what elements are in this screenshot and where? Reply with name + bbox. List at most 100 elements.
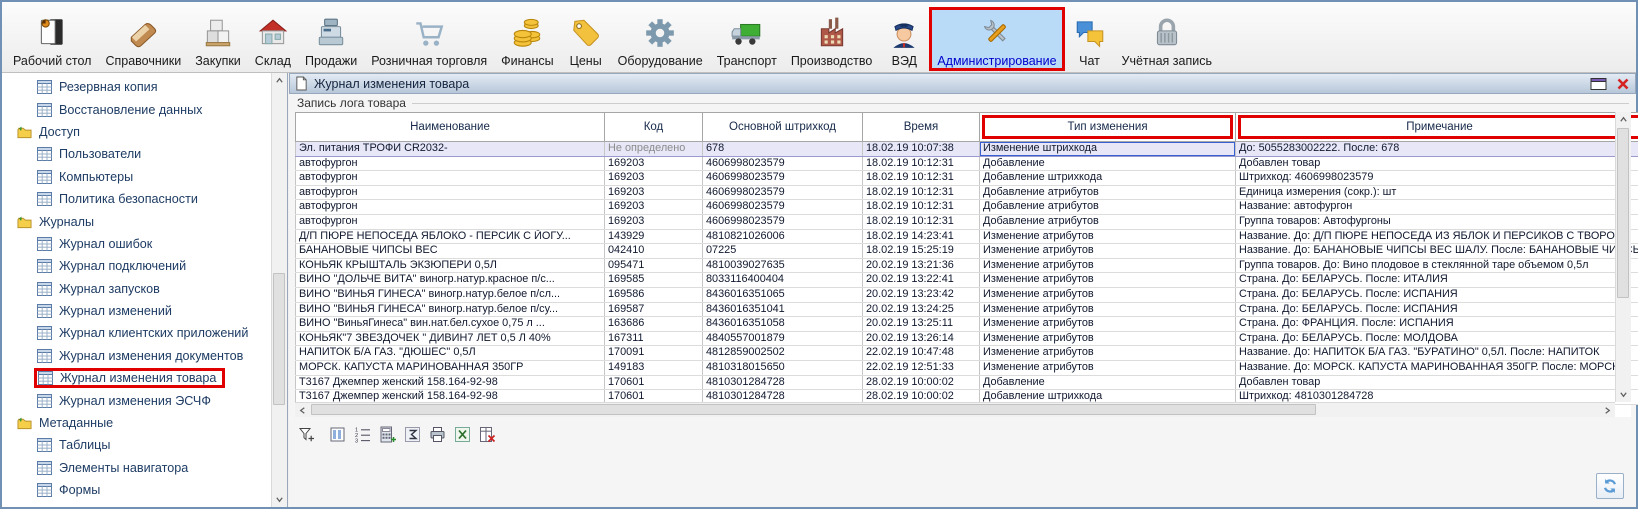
numbering-icon[interactable]: 123 (353, 425, 371, 443)
table-row-11[interactable]: ВИНО "ВИНЬЯ ГИНЕСА" виногр.натур.белое п… (296, 302, 1638, 317)
excel-export-icon[interactable] (453, 425, 471, 443)
toolbar-item-6[interactable]: Финансы (494, 7, 560, 71)
toolbar-item-8[interactable]: Оборудование (611, 7, 710, 71)
purchases-icon (200, 15, 236, 51)
sidebar-item-7[interactable]: Журнал ошибок (2, 233, 271, 255)
sidebar-item-6[interactable]: Журналы (2, 210, 271, 232)
sidebar-item-5[interactable]: Политика безопасности (2, 188, 271, 210)
calculator-icon[interactable] (378, 425, 396, 443)
table-row-8[interactable]: КОНЬЯК КРЫШТАЛЬ ЭКЗЮПЕРИ 0,5Л09547148100… (296, 258, 1638, 273)
table-cell: Группа товаров. До: Вино плодовое в стек… (1236, 258, 1638, 273)
table-cell: 169585 (605, 273, 703, 288)
table-row-7[interactable]: БАНАНОВЫЕ ЧИПСЫ ВЕС0424100722518.02.19 1… (296, 244, 1638, 259)
toolbar-item-10[interactable]: Производство (784, 7, 880, 71)
table-row-16[interactable]: Т3167 Джемпер женский 158.164-92-9817060… (296, 375, 1638, 390)
table-row-4[interactable]: автофургон169203460699802357918.02.19 10… (296, 200, 1638, 215)
sum-icon[interactable] (403, 425, 421, 443)
sidebar-item-10[interactable]: Журнал изменений (2, 300, 271, 322)
refresh-button[interactable] (1596, 473, 1624, 499)
sidebar-item-16[interactable]: Таблицы (2, 434, 271, 456)
scroll-left-icon[interactable] (295, 403, 310, 417)
sidebar-scrollbar-thumb[interactable] (273, 273, 285, 405)
table-cell: 20.02.19 13:21:36 (863, 258, 980, 273)
sidebar-item-18[interactable]: Формы (2, 479, 271, 501)
sidebar-item-1[interactable]: Восстановление данных (2, 98, 271, 120)
sidebar-item-13[interactable]: Журнал изменения товара (2, 367, 271, 389)
column-header-1[interactable]: Код (605, 113, 703, 142)
sidebar-item-content: Журнал изменения товара (34, 368, 225, 388)
table-cell: 169586 (605, 287, 703, 302)
folder-icon (17, 125, 32, 139)
table-cell: Д/П ПЮРЕ НЕПОСЕДА ЯБЛОКО - ПЕРСИК С ЙОГУ… (296, 229, 605, 244)
filter-icon[interactable] (297, 425, 315, 443)
column-header-0[interactable]: Наименование (296, 113, 605, 142)
toolbar-item-9[interactable]: Транспорт (710, 7, 784, 71)
toolbar-item-5[interactable]: Розничная торговля (364, 7, 494, 71)
scroll-right-icon[interactable] (1600, 403, 1615, 417)
sidebar-item-3[interactable]: Пользователи (2, 143, 271, 165)
table-cell: 20.02.19 13:25:11 (863, 317, 980, 332)
sidebar-item-label: Доступ (39, 125, 80, 139)
table-row-1[interactable]: автофургон169203460699802357918.02.19 10… (296, 156, 1638, 171)
sidebar-item-9[interactable]: Журнал запусков (2, 278, 271, 300)
table-row-3[interactable]: автофургон169203460699802357918.02.19 10… (296, 185, 1638, 200)
table-scrollbar-thumb[interactable] (1617, 128, 1629, 298)
column-header-5[interactable]: Примечание (1236, 113, 1638, 142)
scroll-up-icon[interactable] (272, 73, 287, 88)
table-row-9[interactable]: ВИНО "ДОЛЬЧЕ ВИТА" виногр.натур.красное … (296, 273, 1638, 288)
scroll-down-icon[interactable] (272, 492, 287, 507)
sidebar-item-15[interactable]: Метаданные (2, 412, 271, 434)
table-row-14[interactable]: НАПИТОК Б/А ГАЗ. "ДЮШЕС" 0,5Л17009148128… (296, 346, 1638, 361)
table-cell: Добавление атрибутов (980, 214, 1236, 229)
horizontal-scrollbar-thumb[interactable] (311, 404, 1316, 415)
toolbar-item-7[interactable]: Цены (561, 7, 611, 71)
table-row-2[interactable]: автофургон169203460699802357918.02.19 10… (296, 171, 1638, 186)
table-row-10[interactable]: ВИНО "ВИНЬЯ ГИНЕСА" виногр.натур.белое п… (296, 287, 1638, 302)
sidebar-item-11[interactable]: Журнал клиентских приложений (2, 322, 271, 344)
table-cell: автофургон (296, 171, 605, 186)
toolbar-item-3[interactable]: Склад (248, 7, 298, 71)
table-cell: 20.02.19 13:26:14 (863, 331, 980, 346)
sidebar-item-14[interactable]: Журнал изменения ЭСЧФ (2, 389, 271, 411)
table-row-0[interactable]: Эл. питания ТРОФИ CR2032-Не определено67… (296, 142, 1638, 157)
table-row-5[interactable]: автофургон169203460699802357918.02.19 10… (296, 214, 1638, 229)
table-row-12[interactable]: ВИНО "ВиньяГинеса" вин.нат.бел.сухое 0,7… (296, 317, 1638, 332)
sidebar-item-content: Пользователи (34, 144, 149, 164)
table-row-15[interactable]: МОРСК. КАПУСТА МАРИНОВАННАЯ 350ГР1491834… (296, 360, 1638, 375)
sidebar-item-8[interactable]: Журнал подключений (2, 255, 271, 277)
sidebar-item-2[interactable]: Доступ (2, 121, 271, 143)
table-cell: Изменение атрибутов (980, 229, 1236, 244)
close-icon[interactable] (1616, 77, 1630, 91)
sidebar-item-17[interactable]: Элементы навигатора (2, 457, 271, 479)
sidebar-item-12[interactable]: Журнал изменения документов (2, 345, 271, 367)
table-icon (37, 282, 52, 296)
toolbar-item-1[interactable]: Справочники (98, 7, 188, 71)
toolbar-item-0[interactable]: Рабочий стол (6, 7, 98, 71)
columns-icon[interactable] (328, 425, 346, 443)
window-controls (1590, 77, 1630, 91)
table-horizontal-scrollbar[interactable] (295, 402, 1615, 417)
column-header-2[interactable]: Основной штрихкод (703, 113, 863, 142)
toolbar-item-2[interactable]: Закупки (188, 7, 248, 71)
table-cell: 149183 (605, 360, 703, 375)
column-header-3[interactable]: Время (863, 113, 980, 142)
table-vertical-scrollbar[interactable] (1615, 112, 1631, 402)
table-row-6[interactable]: Д/П ПЮРЕ НЕПОСЕДА ЯБЛОКО - ПЕРСИК С ЙОГУ… (296, 229, 1638, 244)
sidebar-item-4[interactable]: Компьютеры (2, 166, 271, 188)
toolbar-item-12[interactable]: Администрирование (929, 7, 1064, 71)
sidebar-item-0[interactable]: Резервная копия (2, 76, 271, 98)
table-cell: Изменение атрибутов (980, 302, 1236, 317)
restore-window-icon[interactable] (1590, 77, 1607, 91)
column-header-label: Наименование (410, 121, 490, 133)
toolbar-item-14[interactable]: Учётная запись (1115, 7, 1219, 71)
scroll-up-icon[interactable] (1616, 112, 1631, 127)
toolbar-item-4[interactable]: Продажи (298, 7, 364, 71)
toolbar-item-13[interactable]: Чат (1065, 7, 1115, 71)
table-row-13[interactable]: КОНЬЯК"7 ЗВЕЗДОЧЕК " ДИВИН7 ЛЕТ 0,5 Л 40… (296, 331, 1638, 346)
column-header-4[interactable]: Тип изменения (980, 113, 1236, 142)
scroll-down-icon[interactable] (1616, 387, 1631, 402)
clear-grid-icon[interactable] (478, 425, 496, 443)
sidebar-scrollbar[interactable] (271, 73, 287, 507)
print-icon[interactable] (428, 425, 446, 443)
toolbar-item-11[interactable]: ВЭД (879, 7, 929, 71)
